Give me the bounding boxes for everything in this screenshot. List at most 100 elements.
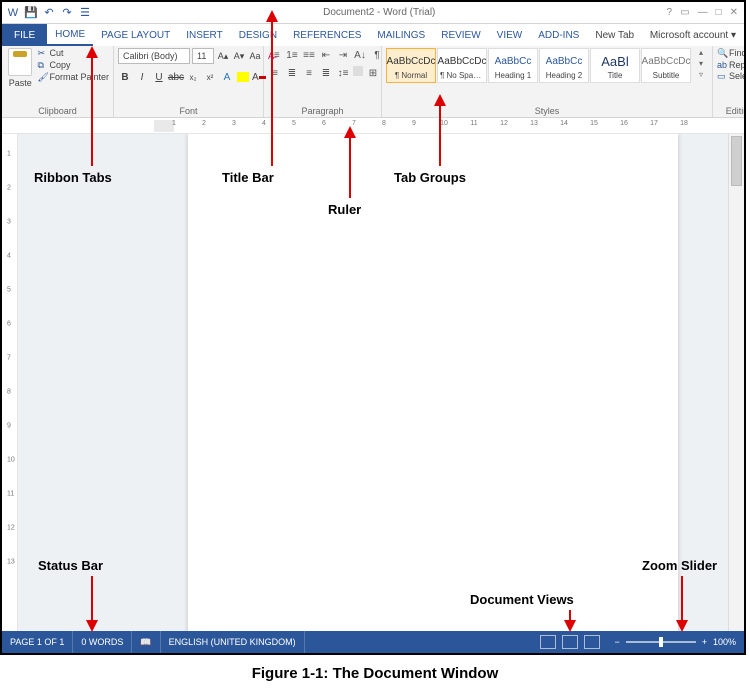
replace-button[interactable]: abReplace (717, 60, 746, 70)
help-icon[interactable]: ? (667, 7, 673, 18)
vertical-scrollbar[interactable] (728, 134, 744, 631)
group-font: Calibri (Body) 11 A▴ A▾ Aa A̶ B I U abc … (114, 46, 264, 117)
save-icon[interactable]: 💾 (24, 6, 38, 20)
ribbon-tabs: FILE HOME PAGE LAYOUT INSERT DESIGN REFE… (2, 24, 744, 46)
align-right-icon[interactable]: ≡ (302, 66, 316, 80)
group-styles: AaBbCcDc ¶ Normal AaBbCcDc ¶ No Spac… Aa… (382, 46, 713, 117)
tab-design[interactable]: DESIGN (231, 24, 285, 46)
find-button[interactable]: 🔍Find ▾ (717, 48, 746, 59)
styles-gallery-expand[interactable]: ▴▾▿ (694, 48, 708, 79)
bullets-icon[interactable]: •≡ (268, 48, 282, 62)
group-clipboard: Paste ✂Cut ⧉Copy 🖌Format Painter Clipboa… (2, 46, 114, 117)
font-name-select[interactable]: Calibri (Body) (118, 48, 190, 64)
tab-new[interactable]: New Tab (587, 24, 642, 46)
tab-mailings[interactable]: MAILINGS (369, 24, 433, 46)
minimize-icon[interactable]: — (698, 7, 708, 18)
numbering-icon[interactable]: 1≡ (285, 48, 299, 62)
word-window: W 💾 ↶ ↷ ☰ Document2 - Word (Trial) ? ▭ —… (0, 0, 746, 655)
document-page[interactable] (188, 134, 678, 631)
status-language[interactable]: ENGLISH (UNITED KINGDOM) (161, 631, 305, 653)
change-case-icon[interactable]: Aa (248, 48, 262, 64)
select-button[interactable]: ▭Select ▾ (717, 71, 746, 82)
bold-button[interactable]: B (118, 70, 132, 84)
redo-icon[interactable]: ↷ (60, 6, 74, 20)
group-label-font: Font (118, 106, 259, 116)
read-mode-view-icon[interactable] (540, 635, 556, 649)
account-menu[interactable]: Microsoft account ▾ (650, 24, 744, 46)
borders-icon[interactable]: ⊞ (366, 66, 380, 80)
zoom-slider[interactable]: − + 100% (606, 637, 744, 647)
customize-qat-icon[interactable]: ☰ (78, 6, 92, 20)
undo-icon[interactable]: ↶ (42, 6, 56, 20)
group-editing: 🔍Find ▾ abReplace ▭Select ▾ Editing (713, 46, 746, 117)
tab-insert[interactable]: INSERT (178, 24, 231, 46)
cut-button[interactable]: ✂Cut (37, 48, 109, 59)
sort-icon[interactable]: A↓ (353, 48, 367, 62)
status-proofing-icon[interactable]: 📖 (132, 631, 160, 653)
tab-addins[interactable]: ADD-INS (530, 24, 587, 46)
style-normal[interactable]: AaBbCcDc ¶ Normal (386, 48, 436, 83)
highlight-icon[interactable] (237, 72, 249, 82)
figure-caption: Figure 1-1: The Document Window (0, 655, 750, 682)
tab-review[interactable]: REVIEW (433, 24, 488, 46)
subscript-button[interactable]: x₂ (186, 70, 200, 84)
maximize-icon[interactable]: □ (716, 7, 722, 18)
zoom-in-icon[interactable]: + (702, 637, 707, 647)
decrease-indent-icon[interactable]: ⇤ (319, 48, 333, 62)
group-label-styles: Styles (386, 106, 708, 116)
underline-button[interactable]: U (152, 70, 166, 84)
zoom-value[interactable]: 100% (713, 637, 736, 647)
tab-file[interactable]: FILE (2, 24, 47, 46)
strikethrough-button[interactable]: abc (169, 70, 183, 84)
ribbon: Paste ✂Cut ⧉Copy 🖌Format Painter Clipboa… (2, 46, 744, 118)
quick-access-toolbar: W 💾 ↶ ↷ ☰ (2, 6, 92, 20)
zoom-out-icon[interactable]: − (614, 637, 619, 647)
group-paragraph: •≡ 1≡ ≡≡ ⇤ ⇥ A↓ ¶ ≡ ≣ ≡ ≣ ↕≡ ⊞ (264, 46, 382, 117)
web-layout-view-icon[interactable] (584, 635, 600, 649)
status-page[interactable]: PAGE 1 OF 1 (2, 631, 73, 653)
close-icon[interactable]: ✕ (730, 7, 738, 18)
shading-icon[interactable] (353, 66, 363, 76)
print-layout-view-icon[interactable] (562, 635, 578, 649)
style-title[interactable]: AaBl Title (590, 48, 640, 83)
grow-font-icon[interactable]: A▴ (216, 48, 230, 64)
paste-label: Paste (9, 78, 32, 88)
tab-page-layout[interactable]: PAGE LAYOUT (93, 24, 178, 46)
text-effects-icon[interactable]: A (220, 70, 234, 84)
ribbon-display-options-icon[interactable]: ▭ (680, 7, 689, 18)
tab-references[interactable]: REFERENCES (285, 24, 369, 46)
window-controls: ? ▭ — □ ✕ (667, 7, 744, 18)
copy-button[interactable]: ⧉Copy (37, 60, 109, 71)
line-spacing-icon[interactable]: ↕≡ (336, 66, 350, 80)
italic-button[interactable]: I (135, 70, 149, 84)
group-label-editing: Editing (717, 106, 746, 116)
align-center-icon[interactable]: ≣ (285, 66, 299, 80)
title-bar: W 💾 ↶ ↷ ☰ Document2 - Word (Trial) ? ▭ —… (2, 2, 744, 24)
align-left-icon[interactable]: ≡ (268, 66, 282, 80)
vertical-ruler[interactable]: 12345678910111213 (2, 134, 18, 631)
style-subtitle[interactable]: AaBbCcDc Subtitle (641, 48, 691, 83)
multilevel-list-icon[interactable]: ≡≡ (302, 48, 316, 62)
horizontal-ruler[interactable]: 123456789101112131415161718 (2, 118, 744, 134)
superscript-button[interactable]: x² (203, 70, 217, 84)
group-label-paragraph: Paragraph (268, 106, 377, 116)
page-container (18, 134, 728, 631)
status-bar: PAGE 1 OF 1 0 WORDS 📖 ENGLISH (UNITED KI… (2, 631, 744, 653)
paste-button[interactable]: Paste (6, 48, 34, 88)
scrollbar-thumb[interactable] (731, 136, 742, 186)
increase-indent-icon[interactable]: ⇥ (336, 48, 350, 62)
style-heading-2[interactable]: AaBbCc Heading 2 (539, 48, 589, 83)
justify-icon[interactable]: ≣ (319, 66, 333, 80)
format-painter-button[interactable]: 🖌Format Painter (37, 72, 109, 83)
shrink-font-icon[interactable]: A▾ (232, 48, 246, 64)
zoom-track[interactable] (626, 641, 696, 643)
tab-view[interactable]: VIEW (489, 24, 531, 46)
font-size-select[interactable]: 11 (192, 48, 214, 64)
tab-home[interactable]: HOME (47, 24, 93, 46)
document-area: 12345678910111213 (2, 134, 744, 631)
zoom-thumb[interactable] (659, 637, 663, 647)
status-words[interactable]: 0 WORDS (73, 631, 132, 653)
group-label-clipboard: Clipboard (6, 106, 109, 116)
style-no-spacing[interactable]: AaBbCcDc ¶ No Spac… (437, 48, 487, 83)
style-heading-1[interactable]: AaBbCc Heading 1 (488, 48, 538, 83)
